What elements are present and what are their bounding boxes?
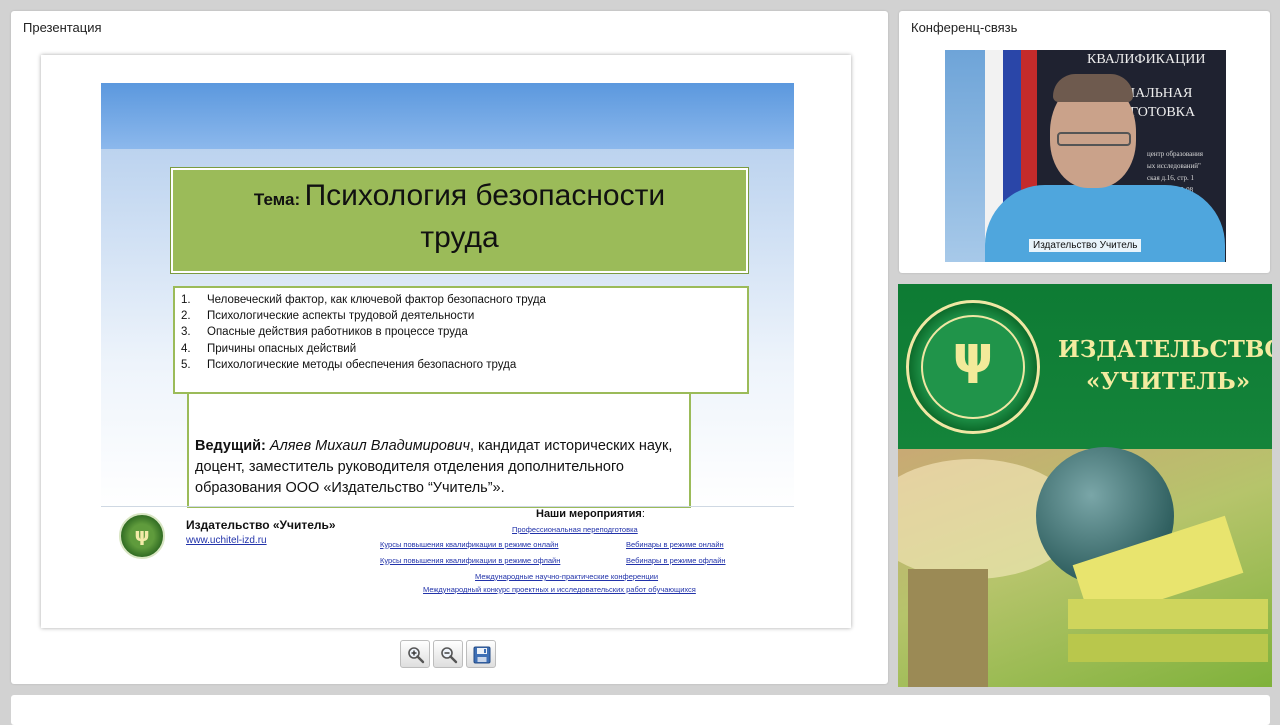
publisher-ad-banner[interactable]: ψ ИЗДАТЕЛЬСТВО «УЧИТЕЛЬ» [898, 284, 1272, 687]
event-link-retraining[interactable]: Профессиональная переподготовка [512, 525, 638, 534]
zoom-in-button[interactable] [400, 640, 430, 668]
slide: Тема: Психология безопасности труда 1. Че… [101, 83, 794, 608]
slide-host-box: Ведущий: Аляев Михаил Владимирович, канд… [187, 394, 691, 508]
webcam-video[interactable]: КВАЛИФИКАЦИИ НАЛЬНАЯ ГОТОВКА центр образ… [945, 50, 1226, 262]
bottom-panel [11, 695, 1270, 725]
conference-panel-title: Конференц-связь [911, 20, 1018, 35]
zoom-out-button[interactable] [433, 640, 463, 668]
footer-publisher-link[interactable]: www.uchitel-izd.ru [186, 535, 267, 546]
slide-viewer: Тема: Психология безопасности труда 1. Че… [41, 55, 851, 628]
slide-agenda-list: 1. Человеческий фактор, как ключевой факт… [175, 292, 747, 373]
conference-panel: Конференц-связь КВАЛИФИКАЦИИ НАЛЬНАЯ ГОТ… [899, 11, 1270, 273]
event-link-contest[interactable]: Международный конкурс проектных и исслед… [423, 585, 696, 594]
save-button[interactable] [466, 640, 496, 668]
agenda-item: 4. Причины опасных действий [181, 342, 357, 355]
events-title: Наши мероприятия: [536, 508, 645, 520]
event-link-conferences[interactable]: Международные научно-практические конфер… [475, 572, 658, 581]
agenda-item: 2. Психологические аспекты трудовой деяте… [181, 310, 475, 323]
footer-publisher-name: Издательство «Учитель» [186, 518, 336, 532]
ad-title-line1: ИЗДАТЕЛЬСТВО [1058, 336, 1272, 363]
slide-topic-title-line1: Психология безопасности [304, 179, 666, 212]
presentation-panel-title: Презентация [23, 20, 102, 35]
slide-agenda-box: 1. Человеческий фактор, как ключевой факт… [173, 286, 749, 394]
slide-host-text: Ведущий: Аляев Михаил Владимирович, канд… [195, 436, 687, 499]
slide-topic-label: Тема: [253, 190, 301, 209]
presentation-panel: Презентация Тема: Психология безопасност… [11, 11, 888, 684]
slide-topic-box: Тема: Психология безопасности труда [171, 168, 748, 273]
host-name: Аляев Михаил Владимирович [269, 438, 470, 454]
zoom-in-icon [408, 647, 425, 664]
event-link-courses-online[interactable]: Курсы повышения квалификации в режиме он… [380, 540, 559, 549]
zoom-out-icon [441, 647, 458, 664]
agenda-item: 5. Психологические методы обеспечения без… [181, 358, 517, 371]
save-icon [473, 646, 491, 664]
video-participant-caption: Издательство Учитель [1029, 239, 1142, 252]
slide-header-banner [101, 83, 794, 149]
publisher-emblem-icon: ψ [906, 300, 1040, 434]
slide-topic-title-line2: труда [420, 221, 499, 254]
ad-title-line2: «УЧИТЕЛЬ» [1086, 368, 1251, 395]
event-link-courses-offline[interactable]: Курсы повышения квалификации в режиме оф… [380, 556, 560, 565]
event-link-webinars-online[interactable]: Вебинары в режиме онлайн [626, 540, 724, 549]
slide-footer-divider [101, 506, 794, 507]
agenda-item: 1. Человеческий фактор, как ключевой факт… [181, 294, 546, 306]
event-link-webinars-offline[interactable]: Вебинары в режиме офлайн [626, 556, 726, 565]
agenda-item: 3. Опасные действия работников в процессе… [181, 326, 468, 339]
publisher-logo-icon: ψ [119, 513, 165, 559]
host-label: Ведущий: [195, 438, 266, 454]
ad-books-globe-image [898, 447, 1272, 687]
